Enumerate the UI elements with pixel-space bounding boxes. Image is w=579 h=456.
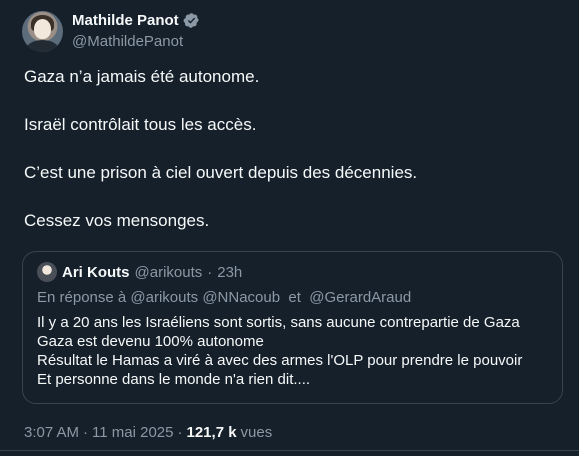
views-label: vues (240, 424, 273, 441)
verified-badge-icon[interactable] (183, 12, 200, 29)
quoted-line: Gaza est devenu 100% autonome (37, 333, 264, 350)
tweet-detail: Mathilde Panot @MathildePanot Gaza n’a j… (0, 0, 579, 456)
tweet-text: Gaza n’a jamais été autonome. Israël con… (24, 67, 559, 231)
author-avatar[interactable] (22, 11, 63, 52)
avatar-face (34, 19, 51, 39)
meta-separator: · (83, 424, 89, 441)
avatar-body (26, 40, 59, 52)
reply-context: En réponse à @arikouts @NNacoub et @Gera… (37, 289, 412, 306)
quoted-author-avatar (37, 262, 57, 282)
quoted-author-handle: @arikouts (134, 263, 203, 281)
author-name-row: Mathilde Panot (72, 12, 200, 29)
tweet-date[interactable]: 11 mai 2025 (92, 424, 173, 441)
tweet-time[interactable]: 3:07 AM (24, 424, 79, 441)
tweet-meta-footer: 3:07 AM · 11 mai 2025 · 121,7 k vues (24, 424, 272, 441)
quoted-line: Il y a 20 ans les Israéliens sont sortis… (37, 314, 520, 331)
quoted-tweet-text: Il y a 20 ans les Israéliens sont sortis… (37, 313, 552, 389)
quoted-tweet-card[interactable]: Ari Kouts @arikouts · 23h En réponse à @… (22, 251, 563, 404)
quoted-separator: · (207, 263, 213, 281)
quoted-line: Et personne dans le monde n'a rien dit..… (37, 371, 311, 388)
quoted-tweet-header: Ari Kouts @arikouts · 23h (37, 262, 242, 282)
tweet-line: Cessez vos mensonges. (24, 211, 210, 230)
tweet-line: Israël contrôlait tous les accès. (24, 115, 257, 134)
author-handle[interactable]: @MathildePanot (72, 33, 183, 50)
author-display-name[interactable]: Mathilde Panot (72, 12, 179, 29)
quoted-author-name: Ari Kouts (62, 263, 130, 281)
meta-separator: · (177, 424, 183, 441)
quoted-line: Résultat le Hamas a viré à avec des arme… (37, 352, 523, 369)
tweet-line: C’est une prison à ciel ouvert depuis de… (24, 163, 418, 182)
views-count: 121,7 k (186, 424, 237, 441)
divider (0, 450, 579, 451)
tweet-line: Gaza n’a jamais été autonome. (24, 67, 260, 86)
quoted-age: 23h (217, 263, 243, 281)
